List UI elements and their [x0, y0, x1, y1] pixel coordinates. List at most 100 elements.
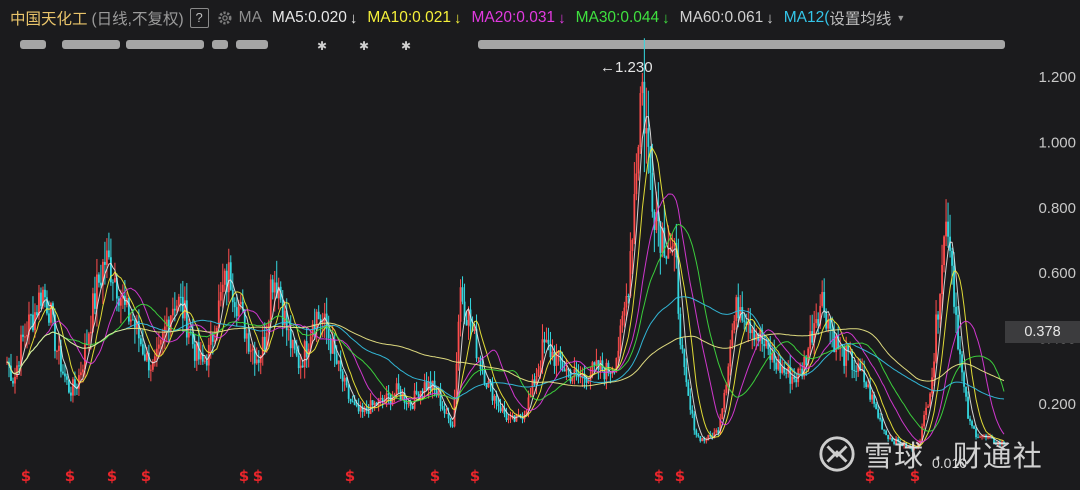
- candle-body: [297, 355, 300, 369]
- candle-body: [30, 314, 32, 316]
- event-marker: $: [675, 467, 685, 485]
- candle-body: [143, 354, 146, 361]
- candle-body: [641, 81, 644, 94]
- max-price-label: ←1.230: [600, 59, 653, 76]
- candle-body: [485, 384, 488, 388]
- xueqiu-logo-icon: [819, 436, 855, 472]
- candle-body: [973, 426, 975, 429]
- candle-body: [495, 395, 498, 404]
- candle-body: [833, 330, 836, 353]
- candle-body: [691, 409, 694, 414]
- candle-body: [245, 333, 248, 339]
- candle-body: [353, 402, 356, 405]
- candle-body: [66, 376, 68, 380]
- candle-body: [763, 343, 766, 347]
- candle-body: [685, 367, 688, 383]
- candle-body: [623, 307, 626, 316]
- candle-body: [299, 365, 302, 369]
- candle-body: [507, 418, 510, 420]
- current-price-tag: 0.378: [1005, 321, 1080, 343]
- candle-body: [671, 246, 674, 249]
- candle-body: [923, 415, 925, 427]
- event-marker: $: [470, 467, 480, 485]
- candle-body: [199, 353, 202, 360]
- candle-body: [62, 371, 64, 374]
- candle-body: [811, 331, 814, 343]
- candle-body: [14, 377, 16, 384]
- candle-body: [817, 319, 820, 326]
- candle-body: [823, 292, 826, 312]
- candle-body: [473, 328, 476, 332]
- candle-body: [725, 384, 728, 393]
- candle-body: [699, 436, 702, 442]
- candle-body: [357, 405, 360, 412]
- candle-body: [617, 350, 620, 358]
- candle-body: [737, 297, 740, 319]
- candle-body: [625, 295, 628, 308]
- candle-body: [733, 320, 736, 331]
- candle-body: [871, 394, 874, 400]
- candle-body: [347, 385, 350, 399]
- candle-body: [527, 397, 530, 411]
- candle-body: [405, 402, 408, 405]
- candle-body: [941, 264, 943, 295]
- candle-body: [331, 340, 334, 354]
- candle-body: [541, 339, 544, 367]
- candle-body: [38, 292, 40, 316]
- candlestick-chart[interactable]: 1.2001.0000.8000.6000.2000.400←1.2300.01…: [0, 0, 1080, 490]
- candle-body: [251, 348, 254, 351]
- candle-body: [465, 319, 468, 326]
- candle-body: [879, 417, 882, 420]
- candle-body: [94, 293, 96, 309]
- candle-body: [565, 368, 568, 372]
- candle-body: [963, 372, 965, 387]
- candle-body: [247, 333, 250, 352]
- candle-body: [145, 352, 148, 361]
- candle-body: [141, 344, 144, 355]
- candle-body: [727, 366, 730, 385]
- event-marker: $: [654, 467, 664, 485]
- candle-body: [389, 394, 392, 405]
- watermark-text: 雪球 · 财通社: [864, 441, 1043, 473]
- candle-body: [415, 390, 418, 394]
- candle-body: [971, 421, 973, 427]
- candle-body: [281, 299, 284, 326]
- candle-body: [609, 373, 612, 375]
- candle-body: [335, 354, 338, 364]
- candle-body: [947, 221, 949, 237]
- candle-body: [113, 278, 116, 283]
- candle-body: [139, 338, 142, 345]
- candle-body: [693, 413, 696, 431]
- candle-body: [289, 329, 292, 349]
- candle-body: [883, 429, 886, 431]
- candle-body: [413, 390, 416, 409]
- candle-body: [221, 284, 224, 293]
- candle-body: [255, 359, 258, 364]
- candle-body: [697, 434, 700, 437]
- candle-body: [157, 344, 160, 349]
- candle-body: [731, 330, 734, 346]
- candle-body: [483, 371, 486, 385]
- candle-body: [689, 395, 692, 410]
- event-marker: $: [141, 467, 151, 485]
- candle-body: [591, 362, 594, 375]
- candle-body: [815, 319, 818, 324]
- candle-body: [821, 292, 824, 306]
- candle-body: [387, 393, 390, 395]
- y-tick-label: 0.600: [1038, 265, 1076, 282]
- candle-body: [735, 297, 738, 321]
- candle-body: [44, 289, 46, 298]
- candle-body: [72, 379, 74, 396]
- candle-body: [645, 128, 648, 134]
- candle-body: [605, 362, 608, 380]
- candle-body: [593, 362, 596, 365]
- moving-average-line: [6, 193, 1005, 443]
- candle-body: [171, 308, 174, 316]
- candle-body: [785, 372, 788, 374]
- candle-body: [303, 341, 306, 368]
- candle-body: [797, 368, 800, 383]
- candle-body: [635, 173, 638, 195]
- candle-body: [497, 403, 500, 407]
- moving-average-line: [6, 116, 1005, 449]
- candle-body: [723, 392, 726, 409]
